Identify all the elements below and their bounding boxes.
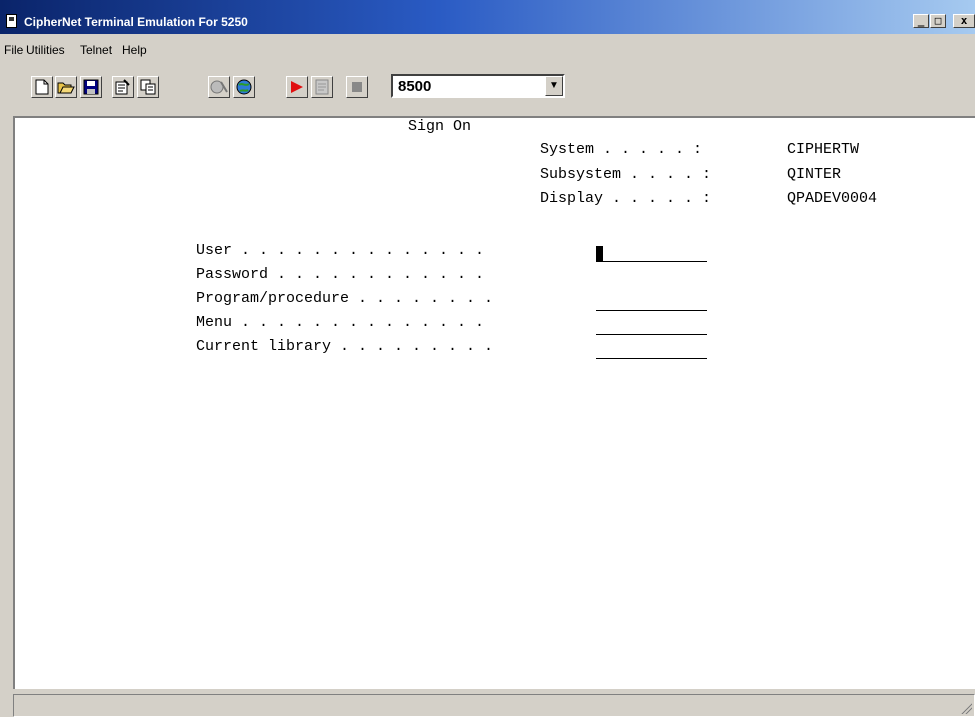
- copy-button[interactable]: [137, 76, 159, 98]
- stop-macro-button[interactable]: [346, 76, 368, 98]
- title-bar: CipherNet Terminal Emulation For 5250 _ …: [0, 0, 975, 34]
- properties-button[interactable]: [112, 76, 134, 98]
- resize-grip-icon[interactable]: [960, 702, 972, 714]
- terminal-screen[interactable]: Sign On System . . . . . : CIPHERTW Subs…: [13, 116, 975, 689]
- program-field[interactable]: [596, 294, 707, 311]
- text-cursor: [596, 246, 603, 261]
- play-macro-button[interactable]: [286, 76, 308, 98]
- password-label: Password . . . . . . . . . . . .: [196, 266, 485, 283]
- close-button[interactable]: x: [953, 14, 975, 28]
- session-combo-value: 8500: [398, 78, 432, 95]
- menu-bar: File Utilities Telnet Help: [0, 34, 975, 58]
- display-value: QPADEV0004: [787, 190, 878, 207]
- toolbar: 8500 ▼: [0, 62, 975, 116]
- globe-icon: [236, 79, 252, 95]
- menu-utilities[interactable]: Utilities: [26, 42, 65, 58]
- play-icon: [291, 81, 303, 93]
- connect-button[interactable]: [233, 76, 255, 98]
- properties-icon: [115, 79, 130, 95]
- window-title: CipherNet Terminal Emulation For 5250: [24, 15, 248, 29]
- folder-open-icon: [57, 82, 75, 94]
- stop-icon: [352, 82, 362, 92]
- disconnect-button[interactable]: [208, 76, 230, 98]
- menu-label: Menu . . . . . . . . . . . . . .: [196, 314, 485, 331]
- open-session-button[interactable]: [55, 76, 77, 98]
- session-combo[interactable]: 8500 ▼: [391, 74, 565, 98]
- copy-icon: [140, 79, 156, 95]
- save-disk-icon: [83, 79, 99, 95]
- subsystem-label: Subsystem . . . . :: [540, 166, 712, 183]
- menu-field[interactable]: [596, 318, 707, 335]
- library-field[interactable]: [596, 342, 707, 359]
- display-label: Display . . . . . :: [540, 190, 712, 207]
- user-field[interactable]: [596, 245, 707, 262]
- menu-help[interactable]: Help: [122, 42, 147, 58]
- status-bar: [13, 694, 975, 717]
- library-label: Current library . . . . . . . . .: [196, 338, 494, 355]
- record-icon: [315, 79, 329, 95]
- menu-file[interactable]: File: [4, 42, 23, 58]
- record-macro-button[interactable]: [311, 76, 333, 98]
- chevron-down-icon[interactable]: ▼: [545, 76, 563, 96]
- system-label: System . . . . . :: [540, 141, 703, 158]
- minimize-button[interactable]: _: [913, 14, 929, 28]
- save-session-button[interactable]: [80, 76, 102, 98]
- maximize-button[interactable]: □: [930, 14, 946, 28]
- new-session-button[interactable]: [31, 76, 53, 98]
- menu-telnet[interactable]: Telnet: [80, 42, 112, 58]
- app-icon[interactable]: [6, 14, 17, 28]
- subsystem-value: QINTER: [787, 166, 842, 183]
- new-document-icon: [35, 79, 49, 95]
- disconnect-icon: [210, 80, 228, 94]
- user-label: User . . . . . . . . . . . . . .: [196, 242, 485, 259]
- system-value: CIPHERTW: [787, 141, 860, 158]
- sign-on-heading: Sign On: [408, 118, 472, 135]
- program-label: Program/procedure . . . . . . . .: [196, 290, 494, 307]
